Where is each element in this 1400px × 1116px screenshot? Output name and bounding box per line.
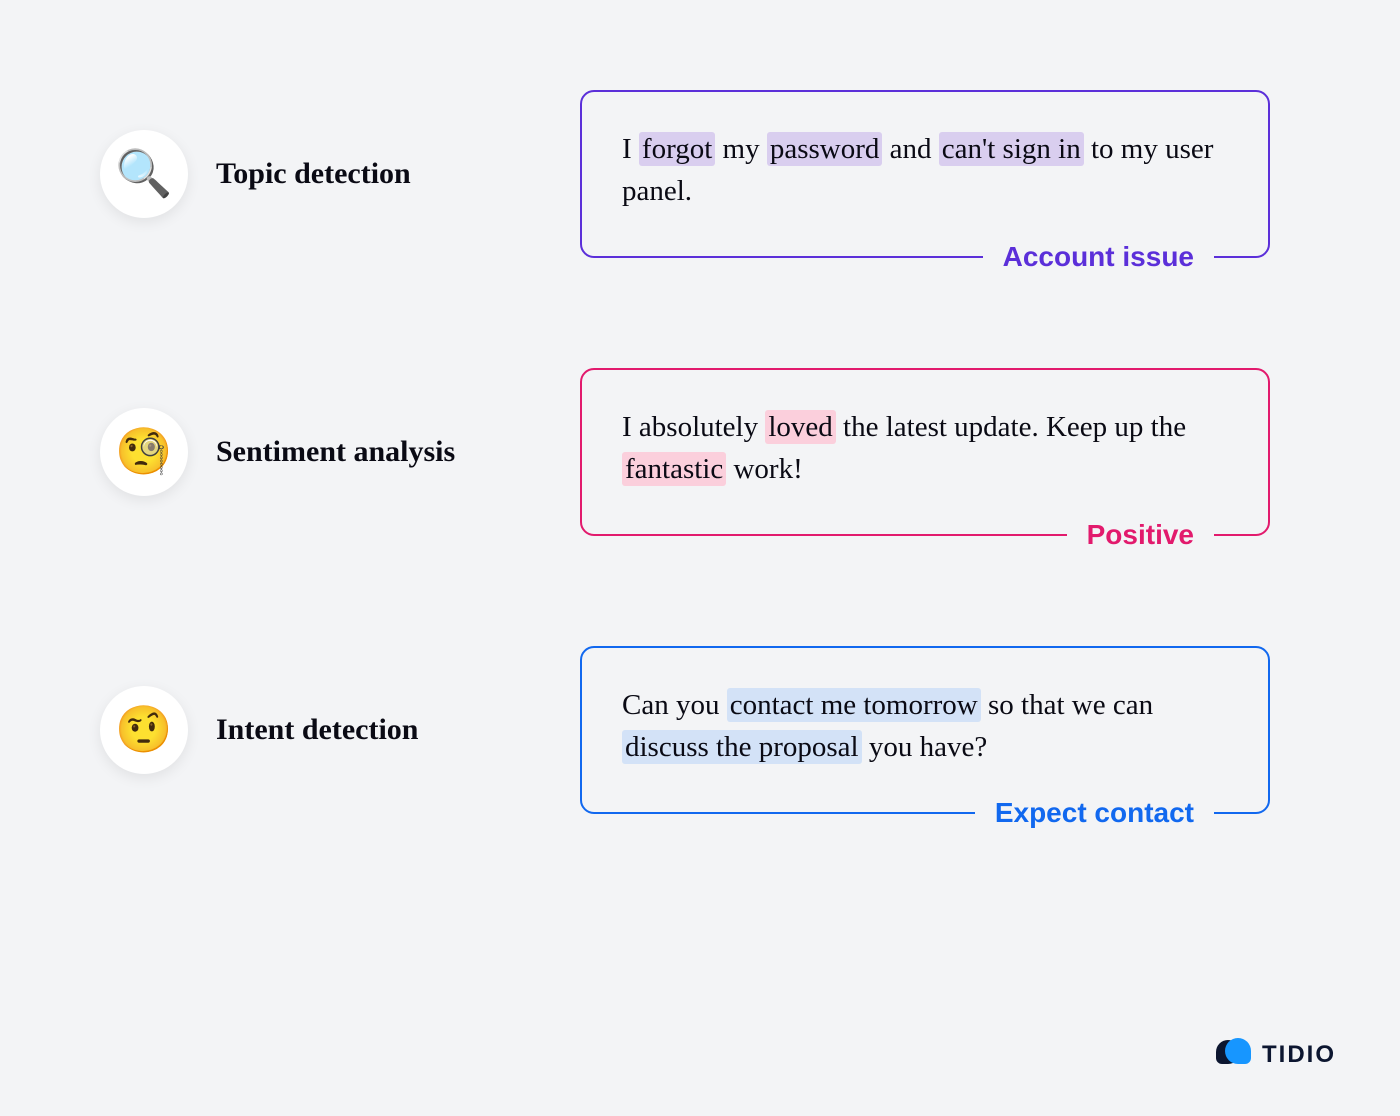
magnifier-icon: 🔍 bbox=[100, 130, 188, 218]
example-text: I forgot my password and can't sign in t… bbox=[622, 128, 1228, 212]
highlighted-phrase: discuss the proposal bbox=[622, 730, 862, 764]
highlighted-phrase: loved bbox=[765, 410, 835, 444]
example-card-intent: Can you contact me tomorrow so that we c… bbox=[580, 646, 1270, 814]
tidio-mark-icon bbox=[1216, 1038, 1250, 1072]
example-card-topic: I forgot my password and can't sign in t… bbox=[580, 90, 1270, 258]
highlighted-phrase: password bbox=[767, 132, 883, 166]
row-intent-detection: 🤨 Intent detection Can you contact me to… bbox=[100, 646, 1270, 814]
highlighted-phrase: contact me tomorrow bbox=[727, 688, 981, 722]
example-card-sentiment: I absolutely loved the latest update. Ke… bbox=[580, 368, 1270, 536]
row-label: Sentiment analysis bbox=[216, 435, 455, 469]
label-group: 🔍 Topic detection bbox=[100, 130, 580, 218]
result-tag: Account issue bbox=[983, 241, 1214, 273]
monocle-face-icon: 🧐 bbox=[100, 408, 188, 496]
highlighted-phrase: fantastic bbox=[622, 452, 726, 486]
highlighted-phrase: can't sign in bbox=[939, 132, 1084, 166]
label-group: 🧐 Sentiment analysis bbox=[100, 408, 580, 496]
label-group: 🤨 Intent detection bbox=[100, 686, 580, 774]
raised-eyebrow-face-icon: 🤨 bbox=[100, 686, 188, 774]
example-text: Can you contact me tomorrow so that we c… bbox=[622, 684, 1228, 768]
brand-text: TIDIO bbox=[1262, 1041, 1336, 1069]
row-label: Topic detection bbox=[216, 157, 411, 191]
example-text: I absolutely loved the latest update. Ke… bbox=[622, 406, 1228, 490]
brand-logo: TIDIO bbox=[1216, 1038, 1336, 1072]
row-sentiment-analysis: 🧐 Sentiment analysis I absolutely loved … bbox=[100, 368, 1270, 536]
row-topic-detection: 🔍 Topic detection I forgot my password a… bbox=[100, 90, 1270, 258]
result-tag: Expect contact bbox=[975, 797, 1214, 829]
result-tag: Positive bbox=[1067, 519, 1214, 551]
highlighted-phrase: forgot bbox=[639, 132, 715, 166]
row-label: Intent detection bbox=[216, 713, 418, 747]
